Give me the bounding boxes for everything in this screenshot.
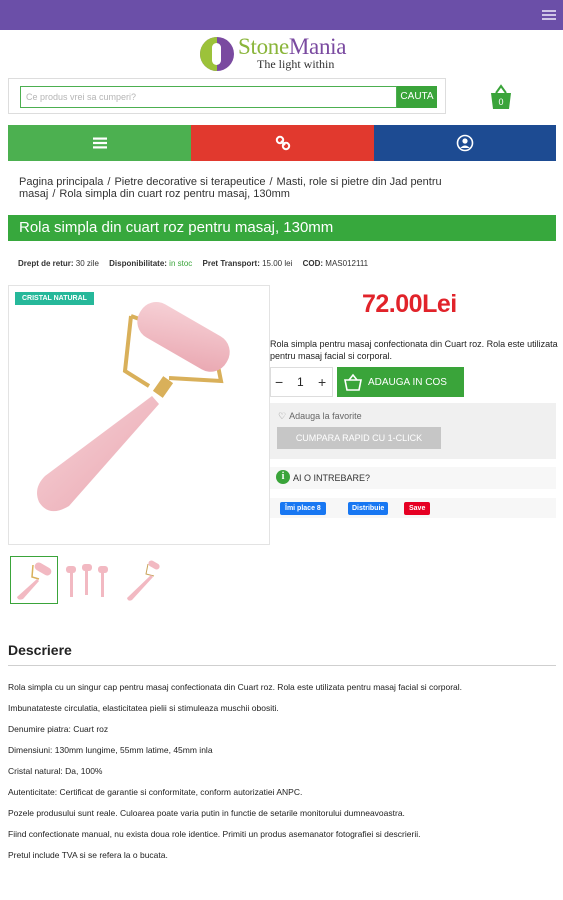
add-to-cart-button[interactable]: ADAUGA IN COS [337,367,464,397]
description-line: Autenticitate: Certificat de garantie si… [8,787,303,797]
product-meta: Drept de retur: 30 zile Disponibilitate:… [18,259,368,268]
search-input[interactable] [20,86,397,108]
quick-buy-button[interactable]: CUMPARA RAPID CU 1-CLICK [277,427,441,449]
breadcrumb: Pagina principala / Pietre decorative si t… [19,176,489,200]
pinterest-save-button[interactable]: Save [404,502,431,515]
description-heading: Descriere [8,642,72,658]
brand-tagline: The light within [257,57,335,71]
basket-icon [344,373,362,391]
cart-count: 0 [498,97,503,107]
thumbnail-roller-detail-icon [127,560,160,601]
menu-icon [92,137,107,149]
search-button[interactable]: CAUTA [397,86,437,108]
description-line: Pretul include TVA si se refera la o buc… [8,850,168,860]
price-currency: Lei [422,290,457,318]
code-label: COD: [302,259,324,268]
site-logo[interactable]: StoneMania The light within [200,34,375,74]
add-to-cart-label: ADAUGA IN COS [368,377,447,388]
quantity-increase-button[interactable]: + [318,374,326,390]
facebook-share-button[interactable]: Distribuie [348,502,389,515]
top-bar [0,0,563,30]
brand-name-part2: Mania [288,34,347,59]
breadcrumb-item-category[interactable]: Pietre decorative si terapeutice [114,176,265,188]
nav-account-button[interactable] [374,125,556,161]
breadcrumb-item-home[interactable]: Pagina principala [19,176,103,188]
favorites-label: Adauga la favorite [289,411,362,421]
quantity-decrease-button[interactable]: − [275,374,283,390]
link-icon [275,135,290,151]
product-main-image[interactable]: CRISTAL NATURAL [8,285,270,545]
product-price: 72.00Lei [362,290,457,319]
thumbnail-1[interactable] [10,556,58,604]
facebook-like-button[interactable]: Îmi place 8 [280,502,326,515]
thumbnail-rollers-icon [66,564,108,597]
social-buttons: Îmi place 8 Distribuie Save [270,498,556,518]
quantity-value[interactable]: 1 [297,375,304,389]
description-line: Fiind confectionate manual, nu exista do… [8,829,421,839]
breadcrumb-separator: / [52,188,56,200]
breadcrumb-item-current: Rola simpla din cuart roz pentru masaj, … [59,188,290,200]
cart-button[interactable]: 0 [489,84,513,110]
ask-question-label: AI O INTREBARE? [293,473,371,483]
search-box: CAUTA [8,78,446,114]
thumbnail-2[interactable] [64,556,112,604]
product-title: Rola simpla din cuart roz pentru masaj, … [8,215,556,241]
heart-icon: ♡ [278,411,287,421]
availability-label: Disponibilitate: [109,259,167,268]
description-line: Pozele produsului sunt reale. Culoarea p… [8,808,405,818]
quantity-stepper: − 1 + [270,367,333,397]
description-line: Cristal natural: Da, 100% [8,766,103,776]
description-line: Imbunatateste circulatia, elasticitatea … [8,703,279,713]
return-label: Drept de retur: [18,259,74,268]
description-body: Rola simpla cu un singur cap pentru masa… [8,682,556,871]
transport-label: Pret Transport: [202,259,260,268]
product-badge: CRISTAL NATURAL [15,292,94,305]
description-line: Denumire piatra: Cuart roz [8,724,109,734]
breadcrumb-separator: / [107,176,111,188]
product-actions: ♡ Adauga la favorite CUMPARA RAPID CU 1-C… [270,403,556,459]
user-icon [456,134,474,152]
add-to-favorites-link[interactable]: ♡ Adauga la favorite [278,411,362,422]
brand-name-part1: Stone [238,34,289,59]
availability-value: in stoc [169,259,193,268]
description-line: Dimensiuni: 130mm lungime, 55mm latime, … [8,745,213,755]
description-line: Rola simpla cu un singur cap pentru masa… [8,682,463,692]
shopping-basket-icon: 0 [491,84,511,109]
code-value: MAS012111 [325,259,369,268]
breadcrumb-separator: / [269,176,273,188]
transport-value: 15.00 lei [262,259,293,268]
info-icon: i [276,470,290,484]
price-value: 72.00 [362,290,423,318]
return-value: 30 zile [75,259,99,268]
logo-mark-icon [200,37,234,71]
nav-link-button[interactable] [191,125,374,161]
thumbnail-3[interactable] [118,556,166,604]
product-short-description: Rola simpla pentru masaj confectionata d… [270,339,558,361]
hamburger-menu-icon[interactable] [542,10,556,21]
main-navigation [8,125,556,161]
thumbnail-roller-icon [17,562,52,600]
ask-question-link[interactable]: i AI O INTREBARE? [270,467,556,489]
face-roller-image [37,302,230,512]
description-divider [8,665,556,666]
nav-menu-button[interactable] [8,125,191,161]
